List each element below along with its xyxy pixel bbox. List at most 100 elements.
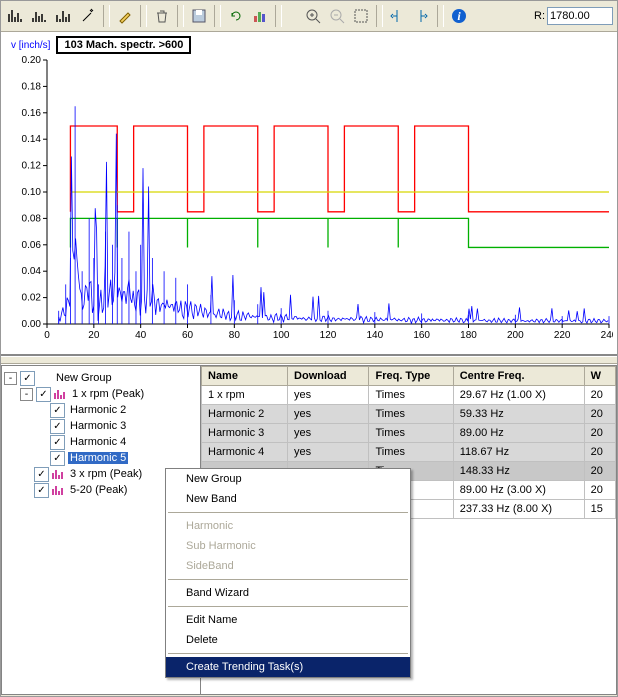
svg-text:0.06: 0.06	[22, 240, 42, 251]
plot-svg: 0.000.020.040.060.080.100.120.140.160.18…	[5, 56, 613, 346]
tree-label: Harmonic 5	[68, 452, 128, 464]
table-row[interactable]: Harmonic 4yesTimes118.67 Hz20	[202, 443, 616, 462]
svg-text:0.08: 0.08	[22, 213, 42, 224]
spectrum3-icon[interactable]	[53, 5, 75, 27]
table-row[interactable]: Harmonic 2yesTimes59.33 Hz20	[202, 405, 616, 424]
cell[interactable]: 20	[584, 481, 615, 500]
menu-item[interactable]: Band Wizard	[166, 583, 410, 603]
svg-text:180: 180	[460, 330, 477, 341]
menu-item[interactable]: Create Trending Task(s)	[166, 657, 410, 677]
cell[interactable]: Harmonic 4	[202, 443, 288, 462]
svg-text:80: 80	[229, 330, 241, 341]
svg-text:160: 160	[413, 330, 430, 341]
plot-area[interactable]: 0.000.020.040.060.080.100.120.140.160.18…	[5, 56, 613, 346]
cell[interactable]: 1 x rpm	[202, 386, 288, 405]
collapse-toggle[interactable]: -	[4, 372, 17, 385]
checkbox[interactable]	[50, 451, 65, 466]
table-row[interactable]: Harmonic 3yesTimes89.00 Hz20	[202, 424, 616, 443]
column-header[interactable]: W	[584, 367, 615, 386]
cell[interactable]: Times	[369, 424, 453, 443]
svg-text:0.02: 0.02	[22, 293, 42, 304]
checkbox[interactable]	[34, 467, 49, 482]
cell[interactable]: 29.67 Hz (1.00 X)	[453, 386, 584, 405]
cell[interactable]: 20	[584, 386, 615, 405]
cell[interactable]: 20	[584, 424, 615, 443]
cell[interactable]: Harmonic 3	[202, 424, 288, 443]
toolbar: i R:	[1, 1, 617, 32]
tree-item[interactable]: - New Group	[4, 370, 198, 386]
horizontal-splitter[interactable]	[1, 356, 617, 364]
svg-text:40: 40	[135, 330, 147, 341]
cell[interactable]: yes	[288, 405, 369, 424]
menu-item: Harmonic	[166, 516, 410, 536]
cell[interactable]: yes	[288, 424, 369, 443]
cursor-left-icon[interactable]	[387, 5, 409, 27]
menu-separator	[168, 606, 408, 607]
trash-icon[interactable]	[151, 5, 173, 27]
chart-tool-icon[interactable]	[249, 5, 271, 27]
checkbox[interactable]	[20, 371, 35, 386]
menu-separator	[168, 512, 408, 513]
tree-item[interactable]: Harmonic 3	[4, 418, 198, 434]
tree-item[interactable]: -1 x rpm (Peak)	[4, 386, 198, 402]
tree-item[interactable]: Harmonic 4	[4, 434, 198, 450]
zoom-out-icon[interactable]	[326, 5, 348, 27]
wand-icon[interactable]	[77, 5, 99, 27]
cell[interactable]: 20	[584, 462, 615, 481]
cell[interactable]: 20	[584, 405, 615, 424]
checkbox[interactable]	[50, 419, 65, 434]
context-menu[interactable]: New GroupNew BandHarmonicSub HarmonicSid…	[165, 468, 411, 678]
cell[interactable]: 148.33 Hz	[453, 462, 584, 481]
column-header[interactable]: Freq. Type	[369, 367, 453, 386]
menu-item[interactable]: New Band	[166, 489, 410, 509]
pencil-icon[interactable]	[114, 5, 136, 27]
r-label: R:	[534, 10, 545, 22]
cell[interactable]: 59.33 Hz	[453, 405, 584, 424]
checkbox[interactable]	[34, 483, 49, 498]
menu-item[interactable]: Edit Name	[166, 610, 410, 630]
table-row[interactable]: 1 x rpmyesTimes29.67 Hz (1.00 X)20	[202, 386, 616, 405]
spectrum1-icon[interactable]	[5, 5, 27, 27]
svg-text:120: 120	[320, 330, 337, 341]
cell[interactable]: Times	[369, 386, 453, 405]
collapse-toggle[interactable]: -	[20, 388, 33, 401]
cell[interactable]: 118.67 Hz	[453, 443, 584, 462]
checkbox[interactable]	[50, 435, 65, 450]
cell[interactable]: yes	[288, 386, 369, 405]
checkbox[interactable]	[50, 403, 65, 418]
column-header[interactable]: Name	[202, 367, 288, 386]
zoom-in-icon[interactable]	[302, 5, 324, 27]
column-header[interactable]: Centre Freq.	[453, 367, 584, 386]
folder-icon	[38, 373, 51, 384]
cell[interactable]: Times	[369, 443, 453, 462]
menu-item[interactable]: New Group	[166, 469, 410, 489]
column-header[interactable]: Download	[288, 367, 369, 386]
r-input[interactable]	[547, 7, 613, 25]
cell[interactable]: 20	[584, 443, 615, 462]
cell[interactable]: 15	[584, 500, 615, 519]
cell[interactable]: 89.00 Hz (3.00 X)	[453, 481, 584, 500]
svg-text:220: 220	[554, 330, 571, 341]
cell[interactable]: Times	[369, 405, 453, 424]
svg-text:0.20: 0.20	[22, 56, 42, 66]
save-icon[interactable]	[188, 5, 210, 27]
cell[interactable]: 237.33 Hz (8.00 X)	[453, 500, 584, 519]
tree-item[interactable]: Harmonic 5	[4, 450, 198, 466]
separator	[275, 5, 282, 27]
tree-label: Harmonic 4	[68, 436, 128, 448]
info-icon[interactable]: i	[448, 5, 470, 27]
spectrum2-icon[interactable]	[29, 5, 51, 27]
tree-label: New Group	[54, 372, 114, 384]
zoom-area-icon[interactable]	[350, 5, 372, 27]
checkbox[interactable]	[36, 387, 51, 402]
refresh-icon[interactable]	[225, 5, 247, 27]
app-window: i R: v [inch/s] 103 Mach. spectr. >600 0…	[0, 0, 618, 697]
cell[interactable]: 89.00 Hz	[453, 424, 584, 443]
cell[interactable]: Harmonic 2	[202, 405, 288, 424]
band-icon	[52, 485, 65, 496]
cell[interactable]: yes	[288, 443, 369, 462]
tree-item[interactable]: Harmonic 2	[4, 402, 198, 418]
menu-item[interactable]: Delete	[166, 630, 410, 650]
cursor-right-icon[interactable]	[411, 5, 433, 27]
y-axis-title: v [inch/s]	[11, 40, 50, 51]
